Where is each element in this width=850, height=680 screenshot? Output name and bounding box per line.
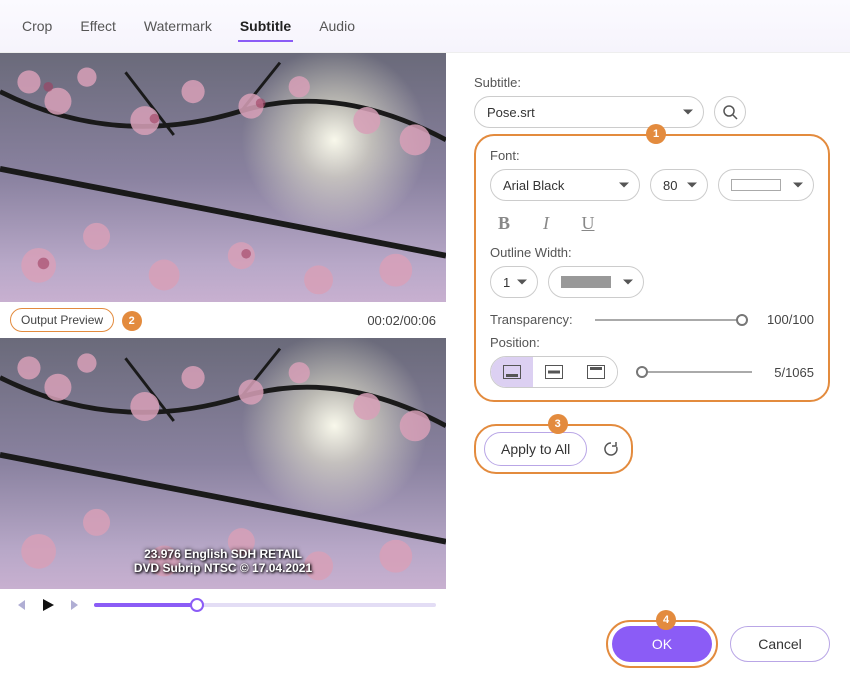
ok-button[interactable]: OK (612, 626, 712, 662)
position-middle-button[interactable] (533, 357, 575, 387)
marker-2: 2 (122, 311, 142, 331)
transparency-label: Transparency: (490, 312, 573, 327)
position-bottom-button[interactable] (491, 357, 533, 387)
italic-button[interactable]: I (532, 209, 560, 237)
preview-bottom: 23.976 English SDH RETAIL DVD Subrip NTS… (0, 338, 446, 589)
seek-slider[interactable] (94, 603, 436, 607)
font-size-select[interactable]: 80 (650, 169, 708, 201)
tab-subtitle[interactable]: Subtitle (238, 12, 293, 42)
reset-button[interactable] (599, 437, 623, 461)
outline-color-select[interactable] (548, 266, 644, 298)
outline-width-label: Outline Width: (490, 245, 814, 260)
time-display: 00:02/00:06 (367, 313, 436, 328)
marker-1: 1 (646, 124, 666, 144)
output-preview-label: Output Preview (10, 308, 114, 332)
position-label: Position: (490, 335, 814, 350)
next-frame-button[interactable] (66, 595, 86, 615)
subtitle-text-line1: 23.976 English SDH RETAIL (0, 547, 446, 561)
blossom-image (0, 53, 446, 302)
position-top-button[interactable] (575, 357, 617, 387)
search-icon (722, 104, 738, 120)
transparency-slider[interactable] (595, 319, 745, 321)
font-settings-group: 1 Font: Arial Black 80 B I U Outline Wid… (474, 134, 830, 402)
reset-icon (602, 440, 620, 458)
marker-4: 4 (656, 610, 676, 630)
position-slider[interactable] (640, 371, 752, 373)
playback-controls (0, 589, 446, 623)
position-value: 5/1065 (774, 365, 814, 380)
transparency-value: 100/100 (767, 312, 814, 327)
font-color-select[interactable] (718, 169, 814, 201)
play-icon (40, 597, 56, 613)
subtitle-text-line2: DVD Subrip NTSC © 17.04.2021 (0, 561, 446, 575)
font-label: Font: (490, 148, 814, 163)
underline-button[interactable]: U (574, 209, 602, 237)
tab-audio[interactable]: Audio (317, 12, 357, 42)
subtitle-label: Subtitle: (474, 75, 830, 90)
play-button[interactable] (38, 595, 58, 615)
search-subtitle-button[interactable] (714, 96, 746, 128)
outline-width-select[interactable]: 1 (490, 266, 538, 298)
tab-watermark[interactable]: Watermark (142, 12, 214, 42)
next-frame-icon (69, 598, 83, 612)
subtitle-file-select[interactable]: Pose.srt (474, 96, 704, 128)
prev-frame-button[interactable] (10, 595, 30, 615)
preview-top (0, 53, 446, 302)
cancel-button[interactable]: Cancel (730, 626, 830, 662)
apply-to-all-button[interactable]: Apply to All (484, 432, 587, 466)
bold-button[interactable]: B (490, 209, 518, 237)
tab-crop[interactable]: Crop (20, 12, 54, 42)
marker-3: 3 (548, 414, 568, 434)
font-family-select[interactable]: Arial Black (490, 169, 640, 201)
prev-frame-icon (13, 598, 27, 612)
tab-effect[interactable]: Effect (78, 12, 118, 42)
